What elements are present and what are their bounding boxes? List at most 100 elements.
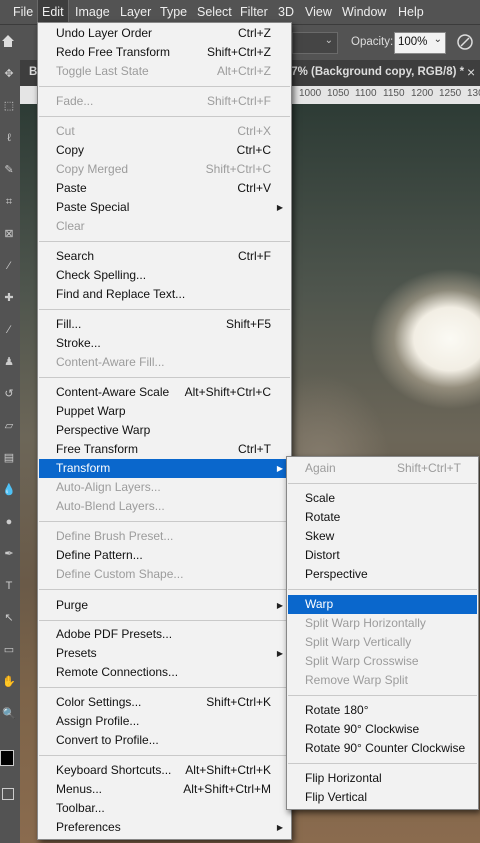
hand-tool-icon[interactable]: ✋ xyxy=(2,676,16,688)
menu-window[interactable]: Window xyxy=(338,0,390,24)
menu-item-perspective-warp[interactable]: Perspective Warp xyxy=(39,421,290,440)
menu-separator xyxy=(39,589,290,590)
quick-mask-icon[interactable] xyxy=(2,788,14,800)
zoom-tool-icon[interactable]: 🔍 xyxy=(2,708,16,720)
submenu-item-split-warp-vertically[interactable]: Split Warp Vertically xyxy=(288,633,477,652)
lasso-tool-icon[interactable]: ℓ xyxy=(2,132,16,144)
menu-separator xyxy=(288,483,477,484)
menu-item-check-spelling[interactable]: Check Spelling... xyxy=(39,266,290,285)
ruler-tick: 1200 xyxy=(411,88,434,99)
menu-item-free-transform[interactable]: Free Transform Ctrl+T xyxy=(39,440,290,459)
foreground-color-swatch[interactable] xyxy=(0,750,14,766)
menu-type[interactable]: Type xyxy=(156,0,191,24)
crop-tool-icon[interactable]: ⌗ xyxy=(2,196,16,208)
menu-item-auto-blend-layers[interactable]: Auto-Blend Layers... xyxy=(39,497,290,516)
eyedropper-tool-icon[interactable]: ⁄ xyxy=(2,260,16,272)
frame-tool-icon[interactable]: ⊠ xyxy=(2,228,16,240)
menu-separator xyxy=(39,86,290,87)
brush-tool-icon[interactable]: ∕ xyxy=(2,324,16,336)
menu-image[interactable]: Image xyxy=(71,0,114,24)
menu-item-cut[interactable]: Cut Ctrl+X xyxy=(39,122,290,141)
healing-tool-icon[interactable]: ✚ xyxy=(2,292,16,304)
menu-view[interactable]: View xyxy=(301,0,336,24)
submenu-item-distort[interactable]: Distort xyxy=(288,546,477,565)
submenu-item-warp[interactable]: Warp xyxy=(288,595,477,614)
submenu-item-perspective[interactable]: Perspective xyxy=(288,565,477,584)
menu-item-remote-connections[interactable]: Remote Connections... xyxy=(39,663,290,682)
pressure-icon[interactable] xyxy=(456,33,474,54)
eraser-tool-icon[interactable]: ▱ xyxy=(2,420,16,432)
submenu-item-rotate-180[interactable]: Rotate 180° xyxy=(288,701,477,720)
menu-item-content-aware-fill[interactable]: Content-Aware Fill... xyxy=(39,353,290,372)
document-tab-title[interactable]: .7% (Background copy, RGB/8) * xyxy=(288,66,464,78)
history-brush-tool-icon[interactable]: ↺ xyxy=(2,388,16,400)
home-icon[interactable] xyxy=(1,34,15,51)
menu-item-clear[interactable]: Clear xyxy=(39,217,290,236)
menu-file[interactable]: File xyxy=(9,0,37,24)
menu-item-paste[interactable]: Paste Ctrl+V xyxy=(39,179,290,198)
menu-3d[interactable]: 3D xyxy=(274,0,298,24)
menu-item-adobe-pdf-presets[interactable]: Adobe PDF Presets... xyxy=(39,625,290,644)
menu-item-content-aware-scale[interactable]: Content-Aware Scale Alt+Shift+Ctrl+C xyxy=(39,383,290,402)
menu-item-define-pattern[interactable]: Define Pattern... xyxy=(39,546,290,565)
menu-item-fade[interactable]: Fade... Shift+Ctrl+F xyxy=(39,92,290,111)
menu-item-fill[interactable]: Fill... Shift+F5 xyxy=(39,315,290,334)
menu-item-toggle-last-state[interactable]: Toggle Last State Alt+Ctrl+Z xyxy=(39,62,290,81)
menu-item-purge[interactable]: Purge ▶ xyxy=(39,596,290,615)
submenu-item-rotate-90-ccw[interactable]: Rotate 90° Counter Clockwise xyxy=(288,739,477,758)
menu-edit[interactable]: Edit xyxy=(37,0,69,25)
submenu-item-rotate[interactable]: Rotate xyxy=(288,508,477,527)
menu-item-menus[interactable]: Menus... Alt+Shift+Ctrl+M xyxy=(39,780,290,799)
menu-item-color-settings[interactable]: Color Settings... Shift+Ctrl+K xyxy=(39,693,290,712)
close-icon[interactable]: × xyxy=(467,64,475,80)
menu-item-redo[interactable]: Redo Free Transform Shift+Ctrl+Z xyxy=(39,43,290,62)
menu-item-transform[interactable]: Transform ▶ xyxy=(39,459,290,478)
submenu-item-again[interactable]: Again Shift+Ctrl+T xyxy=(288,459,477,478)
menu-select[interactable]: Select xyxy=(193,0,236,24)
submenu-item-flip-horizontal[interactable]: Flip Horizontal xyxy=(288,769,477,788)
gradient-tool-icon[interactable]: ▤ xyxy=(2,452,16,464)
submenu-item-skew[interactable]: Skew xyxy=(288,527,477,546)
menu-item-paste-special[interactable]: Paste Special ▶ xyxy=(39,198,290,217)
submenu-item-flip-vertical[interactable]: Flip Vertical xyxy=(288,788,477,807)
menu-separator xyxy=(288,695,477,696)
menu-item-define-custom-shape[interactable]: Define Custom Shape... xyxy=(39,565,290,584)
chevron-down-icon[interactable]: ⌄ xyxy=(434,34,442,45)
menu-item-find-replace[interactable]: Find and Replace Text... xyxy=(39,285,290,304)
menu-item-convert-to-profile[interactable]: Convert to Profile... xyxy=(39,731,290,750)
blur-tool-icon[interactable]: 💧 xyxy=(2,484,16,496)
menu-item-presets[interactable]: Presets ▶ xyxy=(39,644,290,663)
submenu-item-remove-warp-split[interactable]: Remove Warp Split xyxy=(288,671,477,690)
options-dropdown[interactable]: ⌄ xyxy=(292,32,338,54)
stamp-tool-icon[interactable]: ♟ xyxy=(2,356,16,368)
menu-item-undo[interactable]: Undo Layer Order Ctrl+Z xyxy=(39,24,290,43)
menu-item-auto-align-layers[interactable]: Auto-Align Layers... xyxy=(39,478,290,497)
opacity-field[interactable]: 100% ⌄ xyxy=(394,32,446,54)
menu-item-toolbar[interactable]: Toolbar... xyxy=(39,799,290,818)
menu-item-stroke[interactable]: Stroke... xyxy=(39,334,290,353)
menu-help[interactable]: Help xyxy=(394,0,428,24)
menu-filter[interactable]: Filter xyxy=(236,0,272,24)
menu-item-copy-merged[interactable]: Copy Merged Shift+Ctrl+C xyxy=(39,160,290,179)
menu-item-preferences[interactable]: Preferences ▶ xyxy=(39,818,290,837)
menu-item-define-brush-preset[interactable]: Define Brush Preset... xyxy=(39,527,290,546)
type-tool-icon[interactable]: T xyxy=(2,580,16,592)
shape-tool-icon[interactable]: ▭ xyxy=(2,644,16,656)
menu-item-keyboard-shortcuts[interactable]: Keyboard Shortcuts... Alt+Shift+Ctrl+K xyxy=(39,761,290,780)
dodge-tool-icon[interactable]: ● xyxy=(2,516,16,528)
submenu-item-scale[interactable]: Scale xyxy=(288,489,477,508)
submenu-item-split-warp-crosswise[interactable]: Split Warp Crosswise xyxy=(288,652,477,671)
menu-item-search[interactable]: Search Ctrl+F xyxy=(39,247,290,266)
move-tool-icon[interactable]: ✥ xyxy=(2,68,16,80)
path-select-tool-icon[interactable]: ↖ xyxy=(2,612,16,624)
menu-item-puppet-warp[interactable]: Puppet Warp xyxy=(39,402,290,421)
submenu-item-split-warp-horizontally[interactable]: Split Warp Horizontally xyxy=(288,614,477,633)
menu-separator xyxy=(39,241,290,242)
menu-item-copy[interactable]: Copy Ctrl+C xyxy=(39,141,290,160)
marquee-tool-icon[interactable]: ⬚ xyxy=(2,100,16,112)
pen-tool-icon[interactable]: ✒ xyxy=(2,548,16,560)
submenu-item-rotate-90-cw[interactable]: Rotate 90° Clockwise xyxy=(288,720,477,739)
menu-item-assign-profile[interactable]: Assign Profile... xyxy=(39,712,290,731)
quick-select-tool-icon[interactable]: ✎ xyxy=(2,164,16,176)
menu-layer[interactable]: Layer xyxy=(116,0,155,24)
